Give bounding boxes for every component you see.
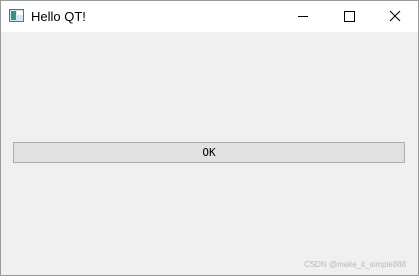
app-window: Hello QT! OK CSDN @make_it_simple888: [0, 0, 419, 276]
maximize-button[interactable]: [326, 1, 372, 32]
close-icon: [389, 10, 401, 22]
close-button[interactable]: [372, 1, 418, 32]
minimize-icon: [298, 16, 308, 17]
watermark: CSDN @make_it_simple888: [304, 260, 406, 269]
ok-button[interactable]: OK: [13, 142, 405, 163]
window-title: Hello QT!: [31, 9, 86, 24]
minimize-button[interactable]: [280, 1, 326, 32]
client-area: OK CSDN @make_it_simple888: [1, 32, 418, 275]
maximize-icon: [344, 11, 355, 22]
title-bar[interactable]: Hello QT!: [1, 1, 418, 32]
qt-window-icon[interactable]: [9, 9, 24, 22]
